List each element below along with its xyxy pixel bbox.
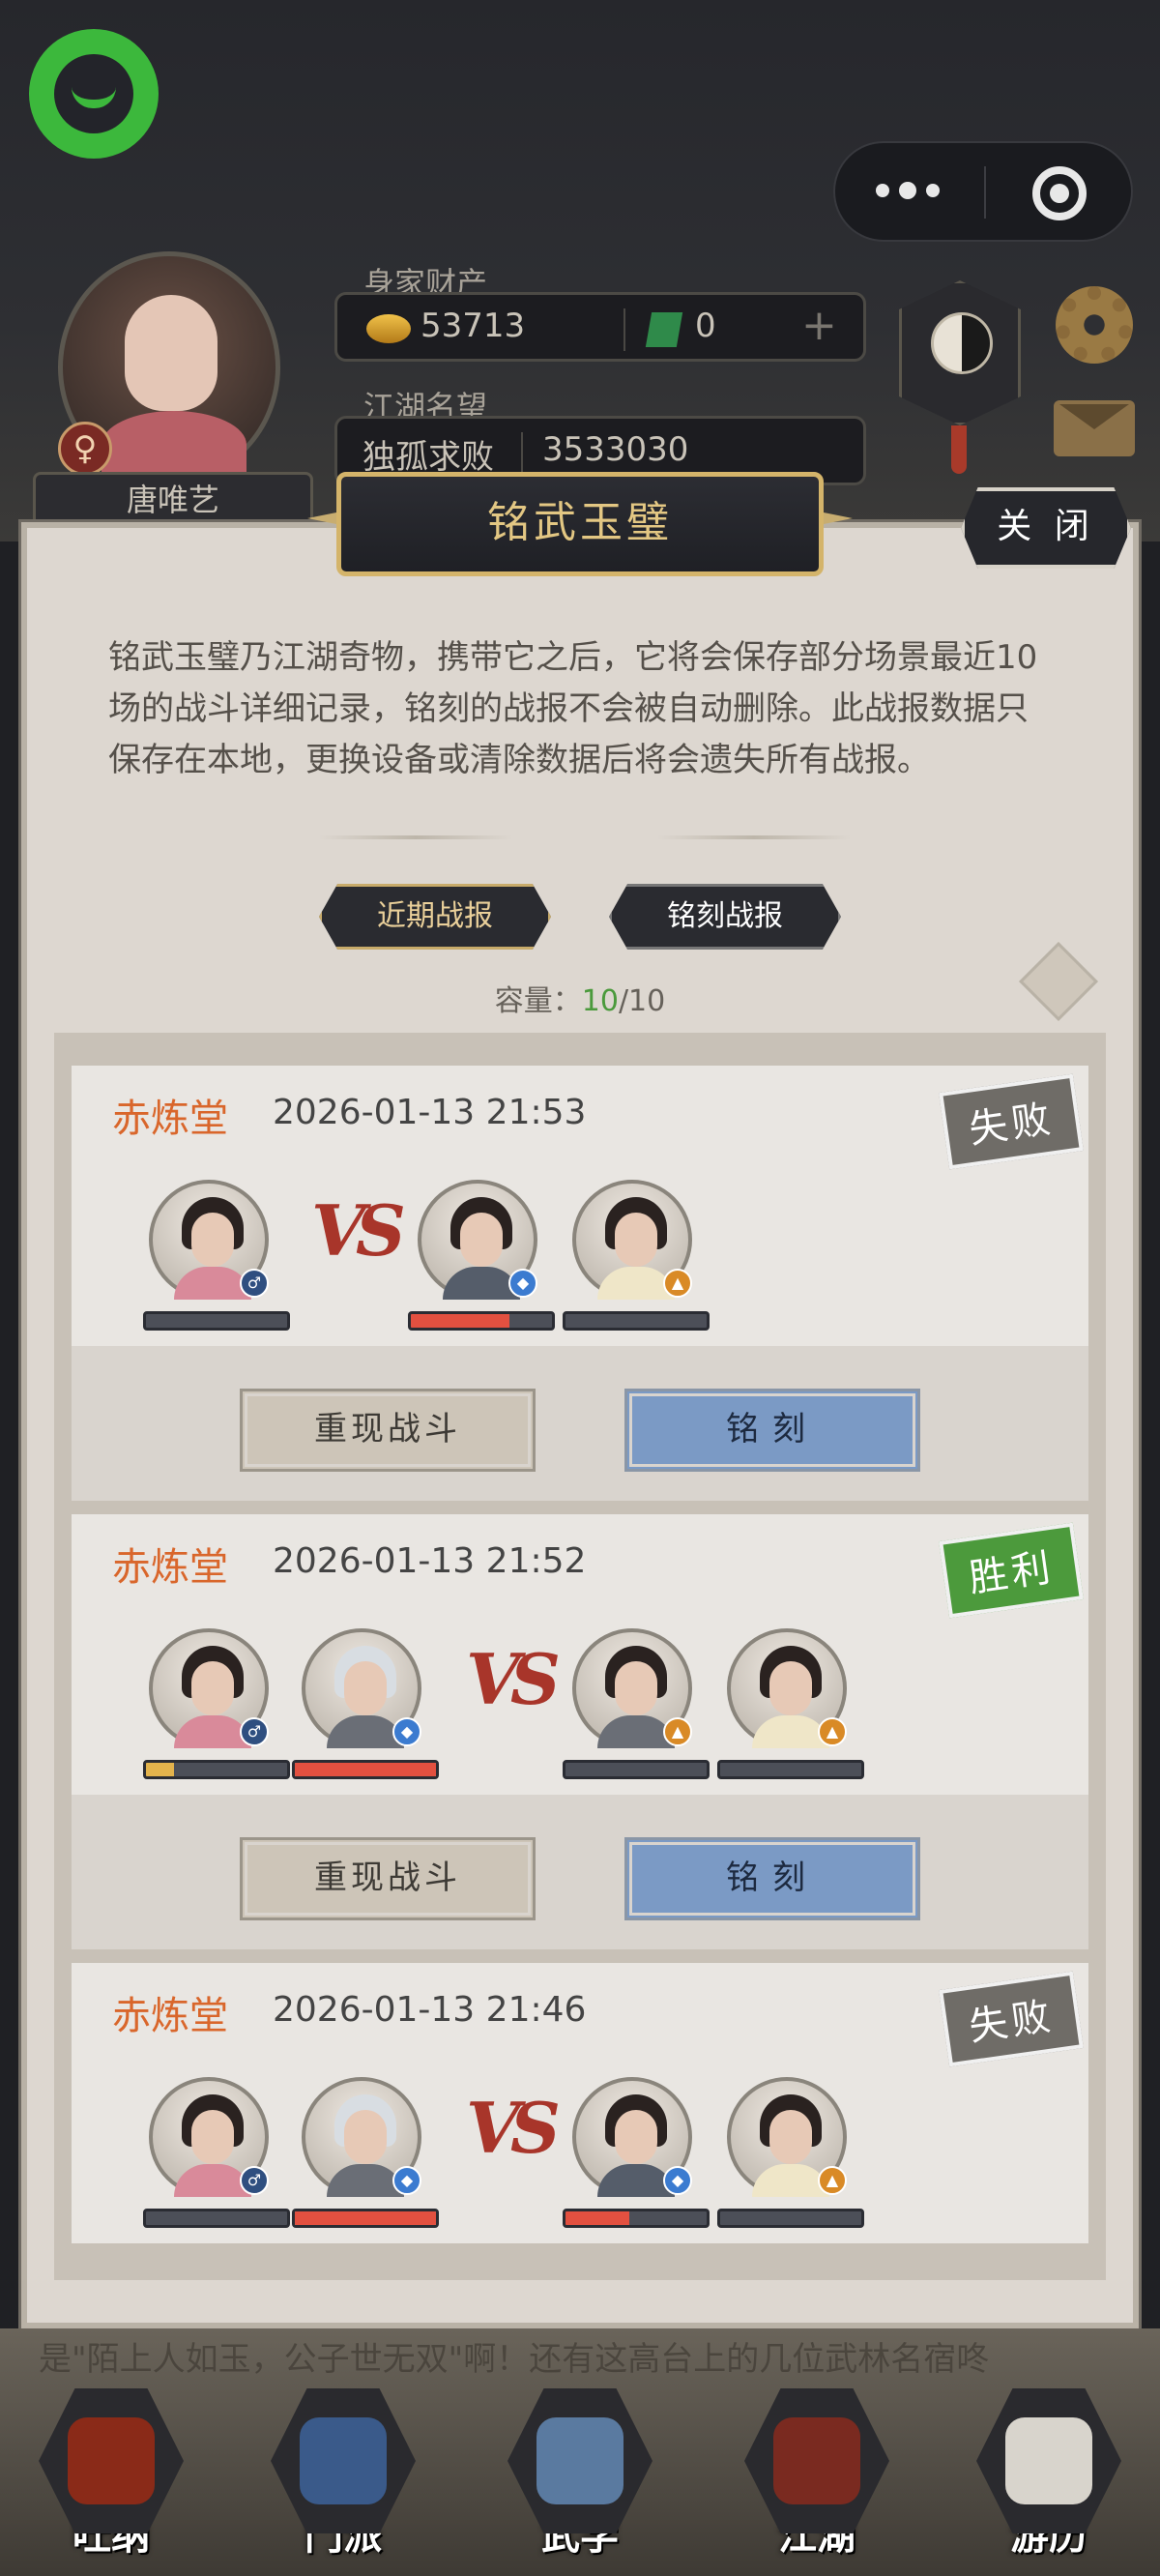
hero-avatar[interactable]: ◆: [418, 1180, 537, 1300]
horse-icon: [1005, 2417, 1092, 2504]
divider-left: [319, 835, 512, 839]
capacity-label: 容量：: [494, 984, 582, 1018]
capacity-total: /10: [618, 984, 666, 1018]
wealth-panel: 53713 0 +: [334, 292, 866, 362]
vs-icon: VS: [466, 2087, 561, 2169]
tassel: [951, 425, 967, 474]
jade-icon: [645, 312, 683, 347]
male-icon: ♂: [240, 2166, 269, 2195]
replay-battle-button[interactable]: 重现战斗: [240, 1389, 536, 1472]
modal-description: 铭武玉璧乃江湖奇物，携带它之后，它将会保存部分场景最近10场的战斗详细记录，铭刻…: [108, 638, 1038, 779]
report-sect: 赤炼堂: [112, 1994, 228, 2038]
report-time: 2026-01-13 21:46: [273, 1990, 587, 2030]
report-card: 赤炼堂 2026-01-13 21:53 失败 ♂ VS ◆ ▲ 重现战斗 铭刻: [72, 1066, 1088, 1501]
report-card: 赤炼堂 2026-01-13 21:52 胜利 ♂ ◆ VS ▲ ▲ 重现战斗 …: [72, 1514, 1088, 1949]
hp-bar: [143, 2209, 290, 2228]
hp-bar: [717, 2209, 864, 2228]
jade-amount: 0: [695, 307, 716, 345]
report-sect: 赤炼堂: [112, 1097, 228, 1141]
nav-item-martial-arts[interactable]: 武学: [498, 2388, 662, 2562]
settings-gear-icon[interactable]: [1056, 286, 1133, 364]
divider-right: [657, 835, 851, 839]
fire-element-icon: ▲: [818, 2166, 847, 2195]
hp-bar: [717, 1760, 864, 1779]
fire-element-icon: ▲: [663, 1269, 692, 1298]
hp-bar: [563, 2209, 710, 2228]
result-stamp: 胜利: [939, 1522, 1084, 1619]
ticker-text: 是"陌上人如玉，公子世无双"啊！还有这高台上的几位武林名宿咚: [39, 2340, 990, 2375]
engrave-button[interactable]: 铭刻: [624, 1837, 920, 1920]
water-element-icon: ◆: [663, 2166, 692, 2195]
report-actions: 重现战斗 铭刻: [72, 1346, 1088, 1501]
tab-engraved-reports[interactable]: 铭刻战报: [609, 884, 841, 950]
capacity-indicator: 容量：10/10: [406, 977, 754, 1019]
water-element-icon: ◆: [508, 1269, 537, 1298]
report-actions: 重现战斗 铭刻: [72, 1795, 1088, 1949]
modal-title: 铭武玉璧: [336, 472, 824, 576]
fire-element-icon: ▲: [818, 1717, 847, 1746]
report-card: 赤炼堂 2026-01-13 21:46 失败 ♂ ◆ VS ◆ ▲: [72, 1963, 1088, 2243]
hp-bar: [408, 1311, 555, 1331]
hp-bar: [563, 1311, 710, 1331]
tab-recent-reports[interactable]: 近期战报: [319, 884, 551, 950]
add-currency-button[interactable]: +: [801, 301, 837, 350]
hp-bar: [292, 1760, 439, 1779]
result-stamp: 失败: [939, 1971, 1084, 2067]
hero-avatar[interactable]: ▲: [572, 1628, 692, 1748]
hero-avatar[interactable]: ◆: [302, 1628, 421, 1748]
fire-element-icon: ▲: [663, 1717, 692, 1746]
male-icon: ♂: [240, 1717, 269, 1746]
chat-icon[interactable]: [29, 29, 159, 159]
hero-avatar[interactable]: ♂: [149, 1180, 269, 1300]
nav-item-travel[interactable]: 游历: [967, 2388, 1131, 2562]
hat-icon: [773, 2417, 860, 2504]
miniprogram-capsule: [833, 141, 1133, 242]
result-stamp: 失败: [939, 1073, 1084, 1170]
water-element-icon: ◆: [392, 2166, 421, 2195]
report-sect: 赤炼堂: [112, 1545, 228, 1590]
banner-icon: [300, 2417, 387, 2504]
hero-avatar[interactable]: ▲: [572, 1180, 692, 1300]
hp-bar: [143, 1311, 290, 1331]
vs-icon: VS: [466, 1638, 561, 1720]
male-icon: ♂: [240, 1269, 269, 1298]
gold-ingot-icon: [366, 314, 411, 343]
gold-amount: 53713: [420, 307, 526, 345]
book-icon: [536, 2417, 624, 2504]
fame-value: 3533030: [542, 430, 689, 469]
report-time: 2026-01-13 21:53: [273, 1093, 587, 1132]
replay-battle-button[interactable]: 重现战斗: [240, 1837, 536, 1920]
taiji-icon[interactable]: [899, 280, 1021, 425]
capacity-used: 10: [581, 984, 619, 1018]
more-icon[interactable]: [876, 182, 940, 199]
player-name: 唐唯艺: [33, 472, 313, 528]
vs-icon: VS: [311, 1189, 406, 1272]
mail-icon[interactable]: [1054, 400, 1135, 456]
hp-bar: [143, 1760, 290, 1779]
engrave-button[interactable]: 铭刻: [624, 1389, 920, 1472]
hp-bar: [563, 1760, 710, 1779]
hero-avatar[interactable]: ♂: [149, 2077, 269, 2197]
close-miniprogram-icon[interactable]: [1032, 166, 1087, 220]
nav-item-sect[interactable]: 门派: [261, 2388, 425, 2562]
hero-avatar[interactable]: ◆: [572, 2077, 692, 2197]
nav-item-jianghu[interactable]: 江湖: [735, 2388, 899, 2562]
nav-item-breathe[interactable]: 吐纳: [29, 2388, 193, 2562]
gourd-icon: [68, 2417, 155, 2504]
hero-avatar[interactable]: ♂: [149, 1628, 269, 1748]
report-time: 2026-01-13 21:52: [273, 1541, 587, 1581]
water-element-icon: ◆: [392, 1717, 421, 1746]
hero-avatar[interactable]: ▲: [727, 2077, 847, 2197]
female-icon: ♀: [58, 422, 112, 476]
hero-avatar[interactable]: ◆: [302, 2077, 421, 2197]
hero-avatar[interactable]: ▲: [727, 1628, 847, 1748]
fame-title: 独孤求败: [362, 438, 494, 477]
hp-bar: [292, 2209, 439, 2228]
close-button[interactable]: 关 闭: [961, 487, 1131, 569]
